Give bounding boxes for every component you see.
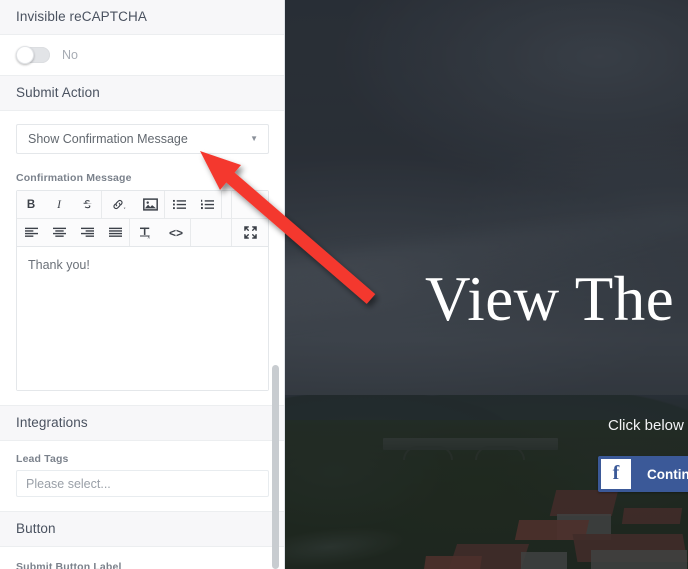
sidebar-scroll-area[interactable]: Invisible reCAPTCHA No Submit Action Sho… (0, 0, 284, 569)
confirmation-message-label: Confirmation Message (0, 168, 284, 190)
facebook-icon: f (601, 459, 631, 489)
lead-tags-input[interactable]: Please select... (16, 470, 269, 497)
align-center-icon[interactable] (45, 219, 73, 246)
link-icon[interactable] (102, 191, 136, 218)
toolbar-row2-filler (191, 219, 232, 246)
confirmation-message-textarea[interactable]: Thank you! (17, 247, 268, 390)
toolbar-group-text-style: B I (17, 191, 102, 218)
section-title-button: Button (16, 521, 56, 536)
confirmation-message-text: Thank you! (28, 258, 90, 272)
editor-toolbar-row-1: B I (17, 191, 268, 219)
align-left-icon[interactable] (17, 219, 45, 246)
spacer-after-editor (0, 391, 284, 405)
section-title-recaptcha: Invisible reCAPTCHA (16, 9, 147, 24)
editor-toolbar-row-2: x <> (17, 219, 268, 247)
section-header-submit-action: Submit Action (0, 75, 284, 111)
toolbar-group-insert (102, 191, 165, 218)
insert-image-icon[interactable] (136, 191, 164, 218)
section-header-recaptcha: Invisible reCAPTCHA (0, 0, 284, 35)
toggle-knob (16, 46, 34, 64)
bold-icon[interactable]: B (17, 191, 45, 218)
section-title-submit-action: Submit Action (16, 85, 100, 100)
ordered-list-icon[interactable] (193, 191, 221, 218)
toolbar-row1-end (232, 191, 268, 218)
submit-action-select[interactable]: Show Confirmation Message ▼ (16, 124, 269, 154)
recaptcha-toggle-label: No (62, 48, 78, 62)
hero-headline: View The (425, 264, 675, 334)
form-settings-sidebar: Invisible reCAPTCHA No Submit Action Sho… (0, 0, 285, 569)
section-header-integrations: Integrations (0, 405, 284, 441)
submit-action-field: Show Confirmation Message ▼ (0, 111, 284, 168)
clear-formatting-icon[interactable]: x (130, 219, 162, 246)
italic-icon[interactable]: I (45, 191, 73, 218)
lead-tags-label: Lead Tags (0, 449, 284, 470)
spacer-integrations-top (0, 441, 284, 449)
align-justify-icon[interactable] (101, 219, 129, 246)
fullscreen-icon[interactable] (232, 219, 268, 246)
settings-page: Invisible reCAPTCHA No Submit Action Sho… (0, 0, 688, 569)
section-header-button: Button (0, 511, 284, 547)
toolbar-group-lists (165, 191, 222, 218)
submit-action-selected-value: Show Confirmation Message (28, 132, 188, 146)
spacer-button-top (0, 547, 284, 557)
strikethrough-icon[interactable] (73, 191, 101, 218)
toolbar-group-tools: x <> (130, 219, 191, 246)
submit-button-label-caption: Submit Button Label (0, 557, 284, 569)
recaptcha-toggle-switch[interactable] (16, 46, 50, 64)
landing-page-preview: View The Click below t f Continue (285, 0, 688, 569)
sidebar-scrollbar-thumb[interactable] (272, 365, 279, 569)
align-right-icon[interactable] (73, 219, 101, 246)
facebook-icon-glyph: f (612, 462, 620, 484)
facebook-continue-label: Continue (647, 466, 688, 482)
hero-subtext: Click below t (608, 417, 688, 434)
chevron-down-icon: ▼ (250, 134, 258, 143)
spacer-integrations-bottom (0, 497, 284, 511)
unordered-list-icon[interactable] (165, 191, 193, 218)
recaptcha-toggle-row[interactable]: No (0, 35, 284, 75)
toolbar-row1-filler (222, 191, 232, 218)
facebook-continue-button[interactable]: f Continue (598, 456, 688, 492)
source-code-icon[interactable]: <> (162, 219, 190, 246)
toolbar-group-align (17, 219, 130, 246)
confirmation-message-editor: B I x <> Thank you! (16, 190, 269, 391)
section-title-integrations: Integrations (16, 415, 88, 430)
lead-tags-placeholder: Please select... (26, 476, 111, 491)
svg-text:x: x (148, 234, 151, 238)
hero-content: View The Click below t f Continue (285, 0, 688, 569)
